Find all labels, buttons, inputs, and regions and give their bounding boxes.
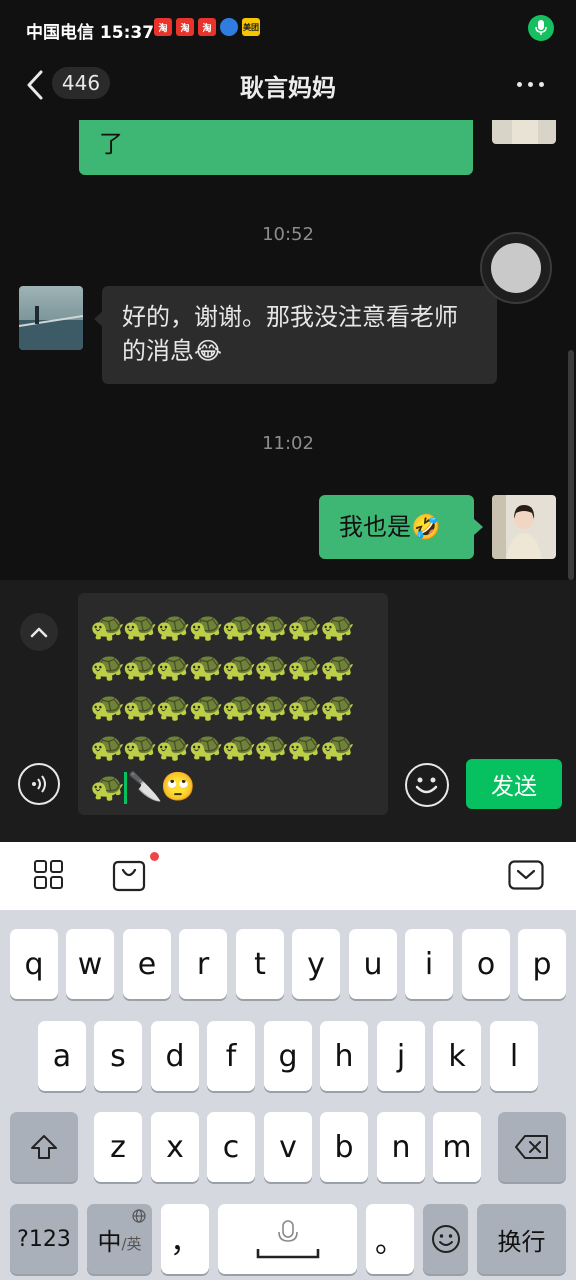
key-r[interactable]: r: [179, 929, 227, 999]
key-a[interactable]: a: [38, 1021, 86, 1091]
key-b[interactable]: b: [320, 1112, 368, 1182]
enter-key[interactable]: 换行: [477, 1204, 566, 1274]
message-text: 好的，谢谢。那我没注意看老师的消息😂: [122, 303, 458, 365]
browser-icon: [220, 18, 238, 36]
message-bubble-self[interactable]: 我也是🤣: [319, 495, 474, 559]
key-m[interactable]: m: [433, 1112, 481, 1182]
key-w[interactable]: w: [66, 929, 114, 999]
clock: 15:37: [99, 23, 155, 43]
key-x[interactable]: x: [151, 1112, 199, 1182]
lang-sub-label: /英: [121, 1234, 142, 1253]
message-bubble-other[interactable]: 好的，谢谢。那我没注意看老师的消息😂: [102, 286, 497, 384]
scrollbar[interactable]: [568, 350, 574, 580]
key-j[interactable]: j: [377, 1021, 425, 1091]
keyboard-collapse-icon: [508, 860, 544, 890]
shift-key[interactable]: [10, 1112, 78, 1182]
meituan-icon: 美团: [242, 18, 260, 36]
status-carrier-time: 中国电信 15:37: [26, 18, 154, 43]
voice-icon: [32, 775, 46, 793]
key-c[interactable]: c: [207, 1112, 255, 1182]
floating-ball-button[interactable]: [480, 232, 552, 304]
send-button[interactable]: 发送: [466, 759, 562, 809]
carrier-label: 中国电信: [26, 23, 94, 43]
shift-arrow-icon: [31, 1135, 57, 1159]
status-bar: 中国电信 15:37 淘 淘 淘 美团: [0, 0, 576, 56]
emoji-button[interactable]: [405, 763, 449, 807]
draft-line: 🐢 🔪🙄: [90, 767, 353, 807]
avatar-other[interactable]: [19, 286, 83, 350]
key-p[interactable]: p: [518, 929, 566, 999]
comma-key[interactable]: ，: [161, 1204, 209, 1274]
voice-input-button[interactable]: [18, 763, 60, 805]
bubble-tail: [474, 519, 483, 535]
key-d[interactable]: d: [151, 1021, 199, 1091]
draft-segment: 🔪🙄: [127, 770, 196, 803]
keyboard-menu-button[interactable]: [34, 860, 64, 890]
expand-input-button[interactable]: [20, 613, 58, 651]
grid-icon: [34, 860, 63, 889]
notification-dot: [150, 852, 159, 861]
space-mic-icon: [256, 1220, 319, 1259]
draft-line: 🐢🐢🐢🐢🐢🐢🐢🐢: [90, 730, 355, 763]
backspace-icon: [515, 1135, 548, 1159]
avatar-self[interactable]: [492, 495, 556, 559]
key-f[interactable]: f: [207, 1021, 255, 1091]
key-z[interactable]: z: [94, 1112, 142, 1182]
more-button[interactable]: [510, 72, 550, 96]
draft-line: 🐢🐢🐢🐢🐢🐢🐢🐢: [90, 610, 355, 643]
key-y[interactable]: y: [292, 929, 340, 999]
message-text: 了: [99, 130, 123, 158]
keyboard-toolbar: [0, 842, 576, 910]
message-list[interactable]: 了 10:52 好的，谢谢。那我没注意看老师的消息😂 11:02 我也是🤣: [0, 120, 576, 580]
globe-icon: [132, 1209, 146, 1223]
keyboard: q w e r t y u i o p a s d f g h j k l z …: [0, 910, 576, 1280]
language-switch-key[interactable]: 中/英: [87, 1204, 152, 1274]
timestamp: 11:02: [262, 433, 314, 454]
taobao-icon: 淘: [154, 18, 172, 36]
period-key[interactable]: 。: [366, 1204, 414, 1274]
key-u[interactable]: u: [349, 929, 397, 999]
lang-main-label: 中: [97, 1227, 122, 1256]
key-l[interactable]: l: [490, 1021, 538, 1091]
chevron-up-icon: [30, 627, 48, 638]
hide-keyboard-button[interactable]: [508, 860, 544, 890]
message-text: 我也是🤣: [339, 513, 441, 541]
draft-text: 🐢🐢🐢🐢🐢🐢🐢🐢 🐢🐢🐢🐢🐢🐢🐢🐢 🐢🐢🐢🐢🐢🐢🐢🐢 🐢🐢🐢🐢🐢🐢🐢🐢 🐢 🔪🙄: [90, 607, 355, 807]
key-g[interactable]: g: [264, 1021, 312, 1091]
key-v[interactable]: v: [264, 1112, 312, 1182]
message-input[interactable]: 🐢🐢🐢🐢🐢🐢🐢🐢 🐢🐢🐢🐢🐢🐢🐢🐢 🐢🐢🐢🐢🐢🐢🐢🐢 🐢🐢🐢🐢🐢🐢🐢🐢 🐢 🔪🙄: [78, 593, 388, 815]
key-s[interactable]: s: [94, 1021, 142, 1091]
key-o[interactable]: o: [462, 929, 510, 999]
chat-title: 耿言妈妈: [240, 74, 336, 102]
key-i[interactable]: i: [405, 929, 453, 999]
key-k[interactable]: k: [433, 1021, 481, 1091]
avatar-self[interactable]: [492, 120, 556, 144]
taobao-icon: 淘: [198, 18, 216, 36]
taobao-icon: 淘: [176, 18, 194, 36]
mic-in-use-icon: [528, 15, 554, 41]
draft-segment: 🐢: [90, 770, 125, 803]
smiley-icon: [415, 777, 438, 794]
smiley-icon: [431, 1225, 460, 1253]
shopping-bag-button[interactable]: [112, 858, 146, 892]
emoji-key[interactable]: [423, 1204, 468, 1274]
notification-icons: 淘 淘 淘 美团: [154, 18, 260, 36]
space-key[interactable]: [218, 1204, 357, 1274]
text-cursor: [123, 772, 127, 804]
shopping-bag-icon: [112, 860, 146, 892]
more-dots-icon: [516, 81, 522, 87]
key-n[interactable]: n: [377, 1112, 425, 1182]
draft-line: 🐢🐢🐢🐢🐢🐢🐢🐢: [90, 690, 355, 723]
message-bubble-self[interactable]: 了: [79, 120, 473, 175]
key-e[interactable]: e: [123, 929, 171, 999]
backspace-key[interactable]: [498, 1112, 566, 1182]
key-t[interactable]: t: [236, 929, 284, 999]
numbers-key[interactable]: ?123: [10, 1204, 78, 1274]
key-h[interactable]: h: [320, 1021, 368, 1091]
key-q[interactable]: q: [10, 929, 58, 999]
draft-line: 🐢🐢🐢🐢🐢🐢🐢🐢: [90, 650, 355, 683]
